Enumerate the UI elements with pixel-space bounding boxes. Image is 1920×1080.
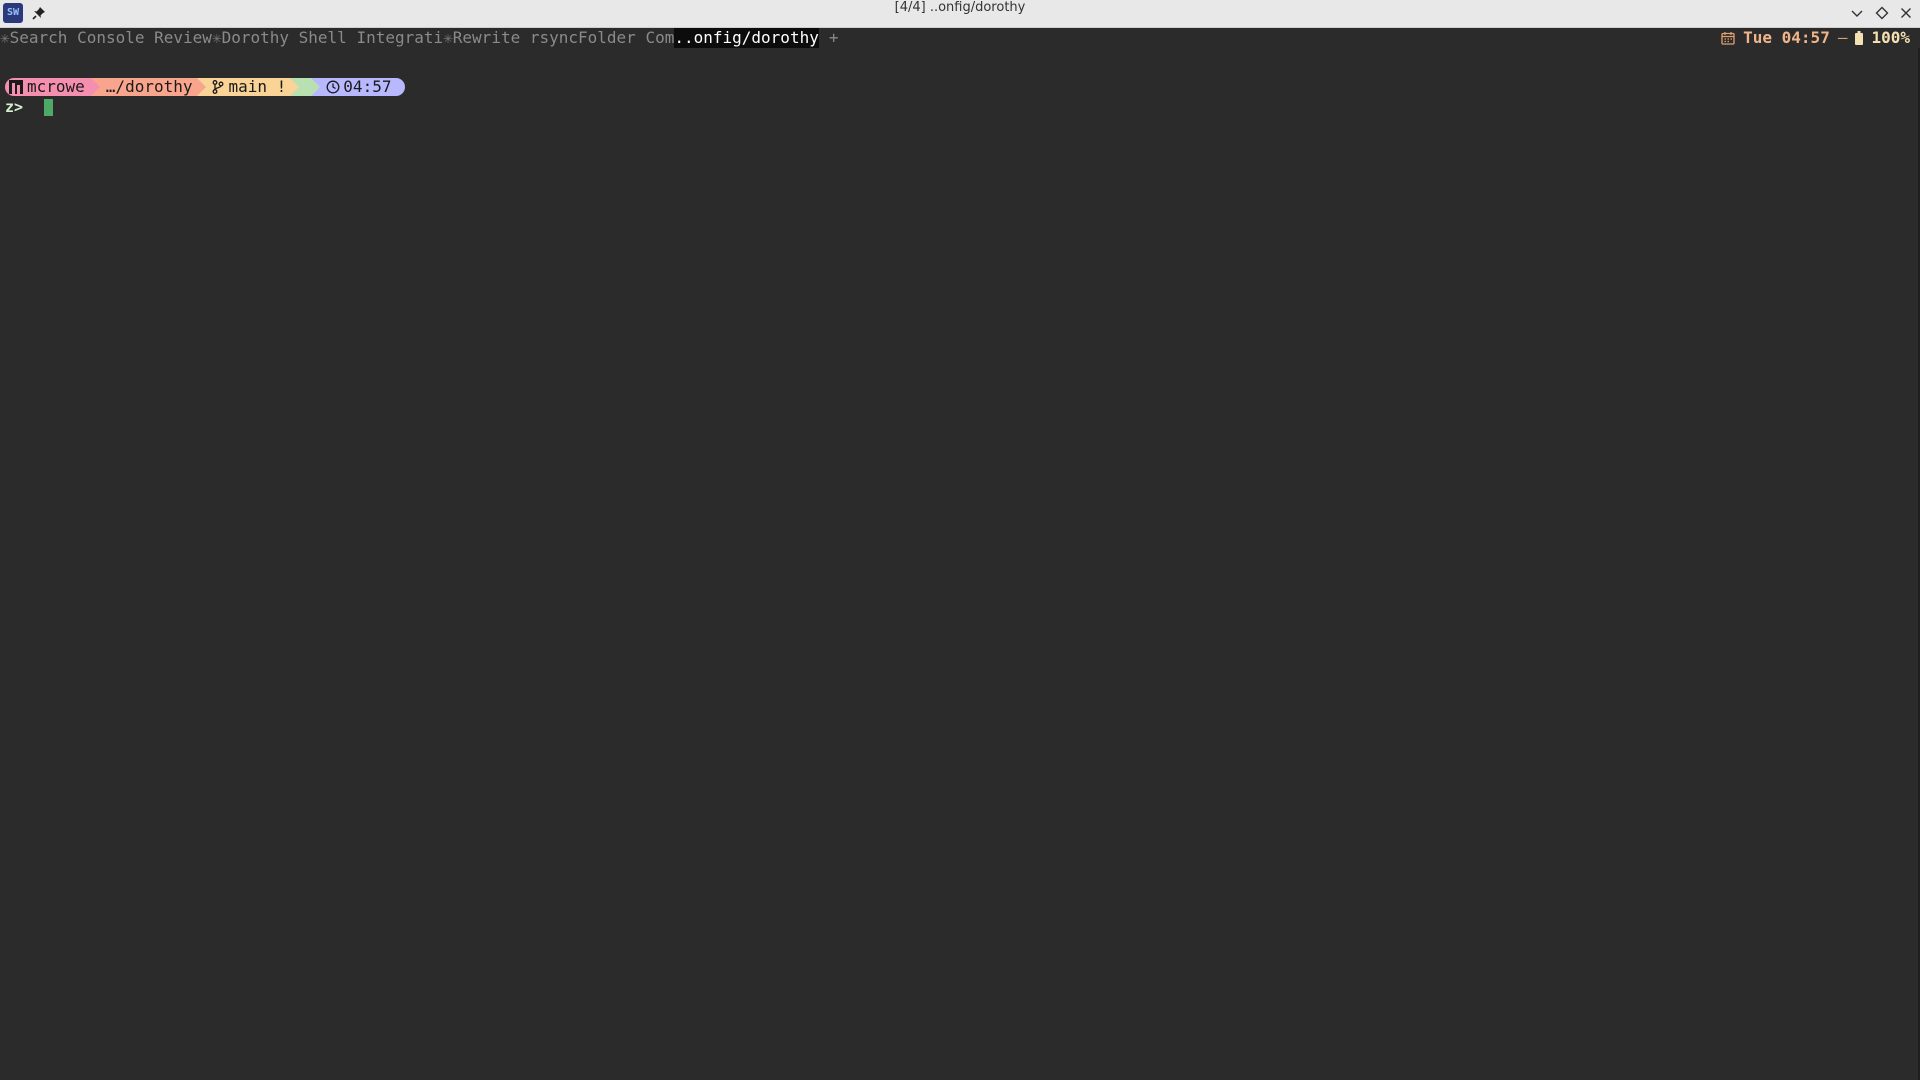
segment-separator xyxy=(196,78,206,96)
tab-label: ..onfig/dorothy xyxy=(674,28,819,47)
prompt-time-segment: 04:57 xyxy=(320,77,406,96)
prompt-symbol: z> xyxy=(5,98,24,116)
segment-separator xyxy=(90,78,100,96)
clock-icon xyxy=(326,80,340,94)
tab-dorothy-shell-integration[interactable]: ✳ Dorothy Shell Integrati xyxy=(212,28,443,48)
prompt-status-segment xyxy=(299,78,312,96)
tab-list: ✳ Search Console Review ✳ Dorothy Shell … xyxy=(0,28,838,48)
close-icon[interactable] xyxy=(1898,5,1914,21)
os-logo-icon xyxy=(9,80,23,94)
calendar-icon xyxy=(1721,32,1735,45)
prompt-dir-segment: …/dorothy xyxy=(99,77,197,96)
spinner-icon: ✳ xyxy=(443,28,453,47)
tab-label: Rewrite rsyncFolder Com xyxy=(452,28,675,47)
maximize-icon[interactable] xyxy=(1874,5,1890,21)
prompt-time: 04:57 xyxy=(343,77,392,96)
tab-bar: ✳ Search Console Review ✳ Dorothy Shell … xyxy=(0,28,1920,48)
prompt-user-segment: mcrowe xyxy=(5,78,91,96)
segment-separator xyxy=(290,78,300,96)
minimize-icon[interactable] xyxy=(1849,5,1865,21)
git-branch-icon xyxy=(212,80,223,94)
status-separator: — xyxy=(1837,28,1848,47)
spinner-icon: ✳ xyxy=(0,28,10,47)
status-area: Tue 04:57 — 100% xyxy=(1721,28,1910,48)
tab-label: Search Console Review xyxy=(9,28,212,47)
tab-label: Dorothy Shell Integrati xyxy=(221,28,444,47)
prompt-dir: …/dorothy xyxy=(105,77,193,96)
spinner-icon: ✳ xyxy=(211,28,222,47)
prompt-git-segment: main ! xyxy=(205,77,291,96)
new-tab-button[interactable]: + xyxy=(819,28,839,48)
tab-config-dorothy[interactable]: ..onfig/dorothy xyxy=(674,28,819,48)
terminal-window: SW [4/4] ..onfig/dorothy ✳ Search Consol… xyxy=(0,0,1920,1080)
title-bar: SW [4/4] ..onfig/dorothy xyxy=(0,0,1920,28)
battery-icon xyxy=(1855,31,1864,45)
segment-separator xyxy=(311,78,321,96)
prompt-powerline: mcrowe …/dorothy main ! 04:57 xyxy=(5,77,406,96)
command-input-line[interactable]: z> xyxy=(5,98,54,116)
prompt-git-branch: main ! xyxy=(228,77,287,96)
tab-rewrite-rsyncfolder[interactable]: ✳ Rewrite rsyncFolder Com xyxy=(443,28,674,48)
status-datetime: Tue 04:57 xyxy=(1743,28,1830,47)
battery-percent: 100% xyxy=(1871,28,1910,47)
text-cursor xyxy=(44,98,54,116)
window-title: [4/4] ..onfig/dorothy xyxy=(894,0,1026,15)
prompt-user: mcrowe xyxy=(27,77,85,96)
tab-search-console-review[interactable]: ✳ Search Console Review xyxy=(0,28,212,48)
